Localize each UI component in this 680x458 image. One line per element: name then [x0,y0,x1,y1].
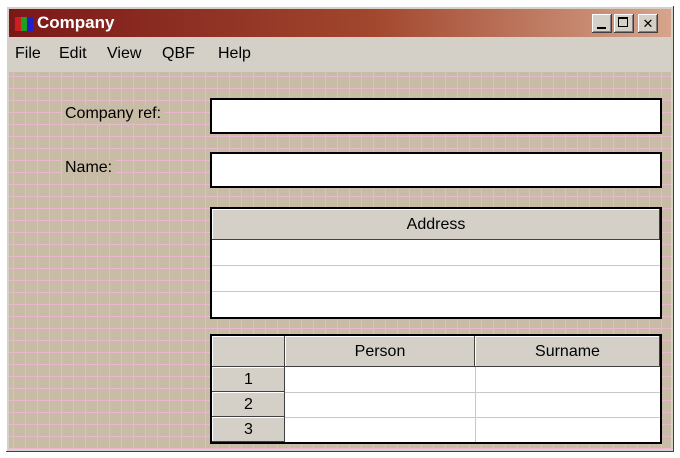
form-area: Company ref: Name: Address Person Surnam… [9,72,671,449]
title-bar[interactable]: Company ✕ [9,9,671,37]
name-label: Name: [62,159,116,177]
column-header-person[interactable]: Person [285,336,475,367]
maximize-icon [618,17,628,27]
address-table: Address [210,207,662,319]
person-cell-3[interactable] [286,418,475,442]
close-button[interactable]: ✕ [638,14,658,33]
person-cell-2[interactable] [286,393,475,417]
company-ref-field[interactable] [210,98,662,134]
menu-bar: File Edit View QBF Help [9,39,671,69]
company-window: Company ✕ File Edit View QBF Help Compan… [6,6,674,452]
app-icon [15,17,33,31]
column-header-surname[interactable]: Surname [475,336,660,367]
corner-header [212,336,285,367]
maximize-button[interactable] [614,14,634,33]
menu-view[interactable]: View [107,45,141,63]
name-field[interactable] [210,152,662,188]
address-header[interactable]: Address [212,209,660,240]
row-header-1[interactable]: 1 [212,367,285,392]
close-icon: ✕ [642,16,654,31]
surname-cell-3[interactable] [476,418,660,442]
company-ref-label: Company ref: [62,105,165,123]
surname-cell-1[interactable] [476,367,660,392]
address-row-2[interactable] [212,266,660,291]
address-row-3[interactable] [212,292,660,317]
menu-edit[interactable]: Edit [59,45,87,63]
address-row-1[interactable] [212,241,660,265]
menu-qbf[interactable]: QBF [162,45,195,63]
person-cell-1[interactable] [286,367,475,392]
surname-cell-2[interactable] [476,393,660,417]
row-header-3[interactable]: 3 [212,417,285,442]
minimize-icon [597,27,606,29]
person-table: Person Surname 1 2 3 [210,334,662,444]
window-title: Company [37,13,115,32]
menu-file[interactable]: File [15,45,41,63]
menu-help[interactable]: Help [218,45,251,63]
row-header-2[interactable]: 2 [212,392,285,417]
minimize-button[interactable] [592,14,612,33]
